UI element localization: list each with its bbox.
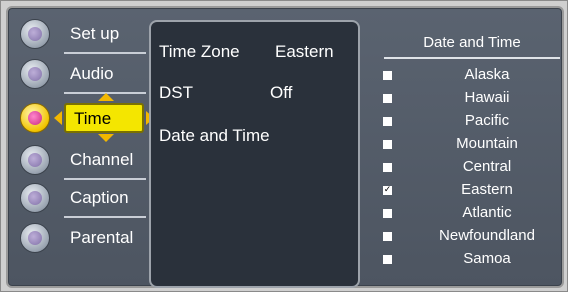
date-and-time-label[interactable]: Date and Time — [159, 126, 270, 146]
checkbox[interactable] — [383, 140, 392, 149]
menu-item-label: Time — [74, 109, 112, 128]
menu-item-audio[interactable]: Audio — [18, 56, 146, 94]
menu-item-time[interactable]: Time — [18, 93, 154, 142]
checkbox[interactable] — [383, 232, 392, 241]
time-icon — [20, 103, 50, 133]
menu-item-setup[interactable]: Set up — [18, 16, 146, 54]
time-zone-option[interactable]: Mountain — [378, 134, 564, 157]
time-zone-option-selected[interactable]: ✓ Eastern — [378, 180, 564, 203]
time-zone-label[interactable]: Time Zone — [159, 42, 240, 62]
time-zone-option[interactable]: Pacific — [378, 111, 564, 134]
time-zone-name: Hawaii — [464, 89, 510, 106]
selected-menu-highlight: Time — [64, 103, 144, 133]
audio-icon — [20, 59, 50, 89]
time-zone-name: Atlantic — [462, 204, 512, 221]
checkmark-icon[interactable]: ✓ — [383, 186, 392, 195]
time-zone-option[interactable]: Hawaii — [378, 88, 564, 111]
time-zone-list-header: Date and Time — [423, 34, 521, 51]
checkbox[interactable] — [383, 209, 392, 218]
menu-item-label: Caption — [70, 188, 129, 207]
menu-item-label: Set up — [70, 24, 120, 43]
checkbox[interactable] — [383, 255, 392, 264]
time-zone-name: Alaska — [464, 66, 510, 83]
dst-label[interactable]: DST — [159, 83, 193, 103]
time-zone-option[interactable]: Atlantic — [378, 203, 564, 226]
time-zone-option[interactable]: Alaska — [378, 65, 564, 88]
checkbox[interactable] — [383, 94, 392, 103]
setup-icon — [20, 19, 50, 49]
menu-item-label: Audio — [70, 64, 114, 83]
time-zone-name: Pacific — [464, 112, 510, 129]
menu-panel: Set up Audio Time Channel Caption Parent… — [6, 6, 564, 288]
main-menu: Set up Audio Time Channel Caption Parent… — [18, 16, 154, 286]
nav-down-arrow-icon — [98, 134, 114, 142]
nav-left-arrow-icon — [54, 111, 62, 125]
checkbox[interactable] — [383, 163, 392, 172]
menu-item-parental[interactable]: Parental — [18, 220, 146, 258]
checkbox[interactable] — [383, 71, 392, 80]
time-zone-name: Central — [462, 158, 512, 175]
header-divider — [384, 57, 560, 59]
time-zone-option[interactable]: Central — [378, 157, 564, 180]
time-zone-option[interactable]: Newfoundland — [378, 226, 564, 249]
menu-item-caption[interactable]: Caption — [18, 180, 146, 218]
time-zone-name: Samoa — [463, 250, 511, 267]
checkbox[interactable] — [383, 117, 392, 126]
menu-item-label: Parental — [70, 228, 134, 247]
menu-item-channel[interactable]: Channel — [18, 142, 146, 180]
tv-menu-frame: Set up Audio Time Channel Caption Parent… — [0, 0, 568, 292]
time-zone-name: Mountain — [456, 135, 518, 152]
time-zone-value[interactable]: Eastern — [275, 42, 334, 62]
time-zone-name: Newfoundland — [439, 227, 535, 244]
menu-item-label: Channel — [70, 150, 134, 169]
caption-icon — [20, 183, 50, 213]
dst-value[interactable]: Off — [270, 83, 292, 103]
time-zone-option[interactable]: Samoa — [378, 249, 564, 272]
parental-icon — [20, 223, 50, 253]
time-zone-list: Date and Time Alaska Hawaii Pacific Moun… — [370, 20, 566, 288]
menu-divider — [64, 52, 146, 54]
menu-divider — [64, 216, 146, 218]
time-zone-name: Eastern — [461, 181, 513, 198]
time-settings-panel: Time Zone Eastern DST Off Date and Time — [149, 20, 360, 288]
nav-up-arrow-icon — [98, 93, 114, 101]
channel-icon — [20, 145, 50, 175]
